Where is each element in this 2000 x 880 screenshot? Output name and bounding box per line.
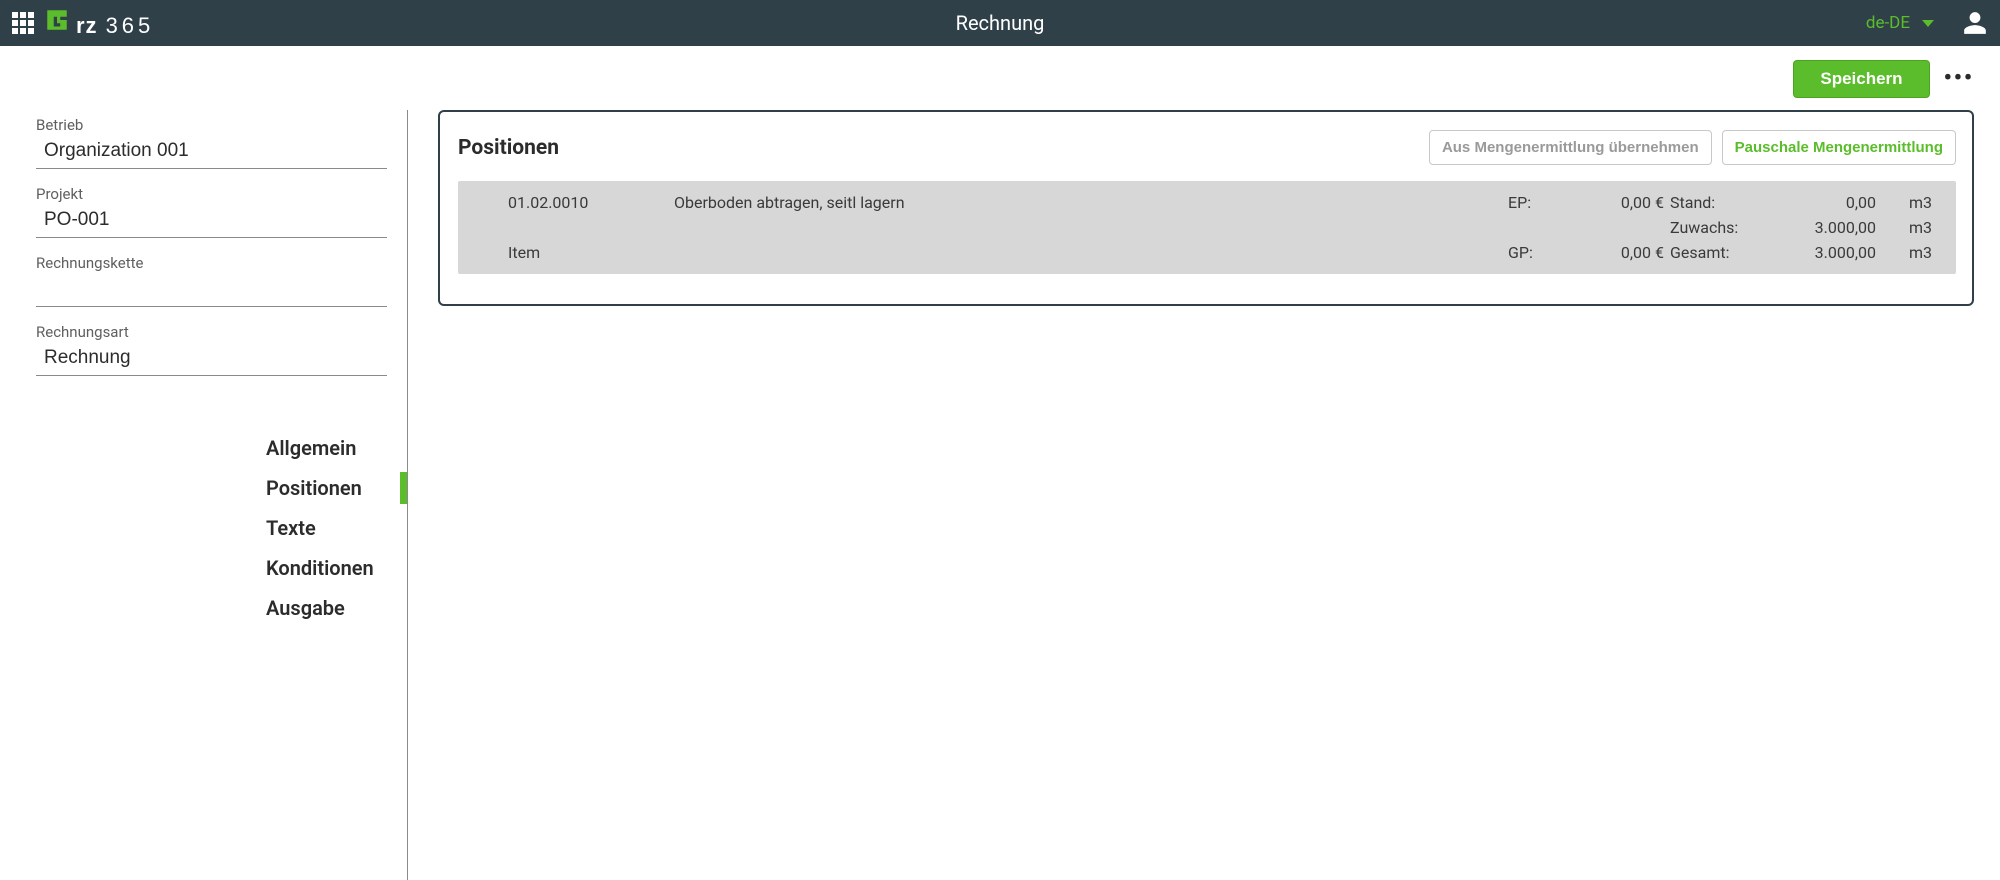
pos-unit-1: m3 bbox=[1882, 193, 1932, 212]
tab-ausgabe[interactable]: Ausgabe bbox=[266, 588, 387, 628]
user-icon[interactable] bbox=[1962, 10, 1988, 36]
input-rechnungskette[interactable] bbox=[36, 274, 387, 307]
position-row[interactable]: 01.02.0010 Oberboden abtragen, seitl lag… bbox=[458, 181, 1956, 274]
pos-stand-value: 0,00 bbox=[1776, 193, 1876, 212]
tab-konditionen[interactable]: Konditionen bbox=[266, 548, 387, 588]
pos-zuwachs-value: 3.000,00 bbox=[1776, 218, 1876, 237]
sidebar: Betrieb Projekt Rechnungskette Rechnungs… bbox=[0, 110, 408, 880]
locale-picker[interactable]: de-DE bbox=[1866, 13, 1934, 33]
input-projekt[interactable] bbox=[36, 205, 387, 238]
logo-365-text: 365 bbox=[106, 13, 155, 39]
field-projekt: Projekt bbox=[36, 185, 387, 238]
pos-gp-value: 0,00 € bbox=[1564, 243, 1664, 262]
toolbar: Speichern ••• bbox=[0, 46, 2000, 110]
input-betrieb[interactable] bbox=[36, 136, 387, 169]
chevron-down-icon bbox=[1922, 20, 1934, 27]
pos-gesamt-value: 3.000,00 bbox=[1776, 243, 1876, 262]
field-label-rechnungsart: Rechnungsart bbox=[36, 323, 387, 341]
more-icon[interactable]: ••• bbox=[1944, 68, 1974, 90]
field-rechnungsart: Rechnungsart bbox=[36, 323, 387, 376]
app-logo[interactable]: rz 365 bbox=[44, 7, 154, 39]
logo-rz-text: rz bbox=[76, 13, 98, 39]
pos-ep-value: 0,00 € bbox=[1564, 193, 1664, 212]
tab-positionen[interactable]: Positionen bbox=[266, 468, 387, 508]
logo-g bbox=[44, 7, 70, 33]
apps-grid-icon[interactable] bbox=[12, 12, 34, 34]
pos-description: Oberboden abtragen, seitl lagern bbox=[674, 193, 1502, 212]
panel-title: Positionen bbox=[458, 136, 1419, 160]
pos-unit-2: m3 bbox=[1882, 218, 1932, 237]
pos-ep-label: EP: bbox=[1508, 193, 1558, 212]
pos-unit-3: m3 bbox=[1882, 243, 1932, 262]
pos-zuwachs-label: Zuwachs: bbox=[1670, 218, 1770, 237]
tab-texte[interactable]: Texte bbox=[266, 508, 387, 548]
positions-panel: Positionen Aus Mengenermittlung übernehm… bbox=[438, 110, 1974, 306]
locale-label: de-DE bbox=[1866, 13, 1910, 33]
btn-pauschal[interactable]: Pauschale Mengenermittlung bbox=[1722, 130, 1956, 165]
sidebar-tabs: Allgemein Positionen Texte Konditionen A… bbox=[36, 428, 387, 628]
main: Positionen Aus Mengenermittlung übernehm… bbox=[408, 110, 2000, 880]
pos-gesamt-label: Gesamt: bbox=[1670, 243, 1770, 262]
header-right: de-DE bbox=[1866, 10, 1988, 36]
pos-gp-label: GP: bbox=[1508, 243, 1558, 262]
panel-header: Positionen Aus Mengenermittlung übernehm… bbox=[458, 130, 1956, 165]
input-rechnungsart[interactable] bbox=[36, 343, 387, 376]
save-button[interactable]: Speichern bbox=[1793, 60, 1929, 98]
header-left: rz 365 bbox=[12, 7, 154, 39]
content: Betrieb Projekt Rechnungskette Rechnungs… bbox=[0, 110, 2000, 880]
field-label-projekt: Projekt bbox=[36, 185, 387, 203]
field-label-betrieb: Betrieb bbox=[36, 116, 387, 134]
field-label-rechnungskette: Rechnungskette bbox=[36, 254, 387, 272]
pos-item-label: Item bbox=[508, 243, 668, 262]
tab-allgemein[interactable]: Allgemein bbox=[266, 428, 387, 468]
field-betrieb: Betrieb bbox=[36, 116, 387, 169]
app-header: rz 365 Rechnung de-DE bbox=[0, 0, 2000, 46]
pos-code: 01.02.0010 bbox=[508, 193, 668, 212]
pos-stand-label: Stand: bbox=[1670, 193, 1770, 212]
field-rechnungskette: Rechnungskette bbox=[36, 254, 387, 307]
page-title: Rechnung bbox=[956, 11, 1045, 35]
btn-from-qty[interactable]: Aus Mengenermittlung übernehmen bbox=[1429, 130, 1712, 165]
